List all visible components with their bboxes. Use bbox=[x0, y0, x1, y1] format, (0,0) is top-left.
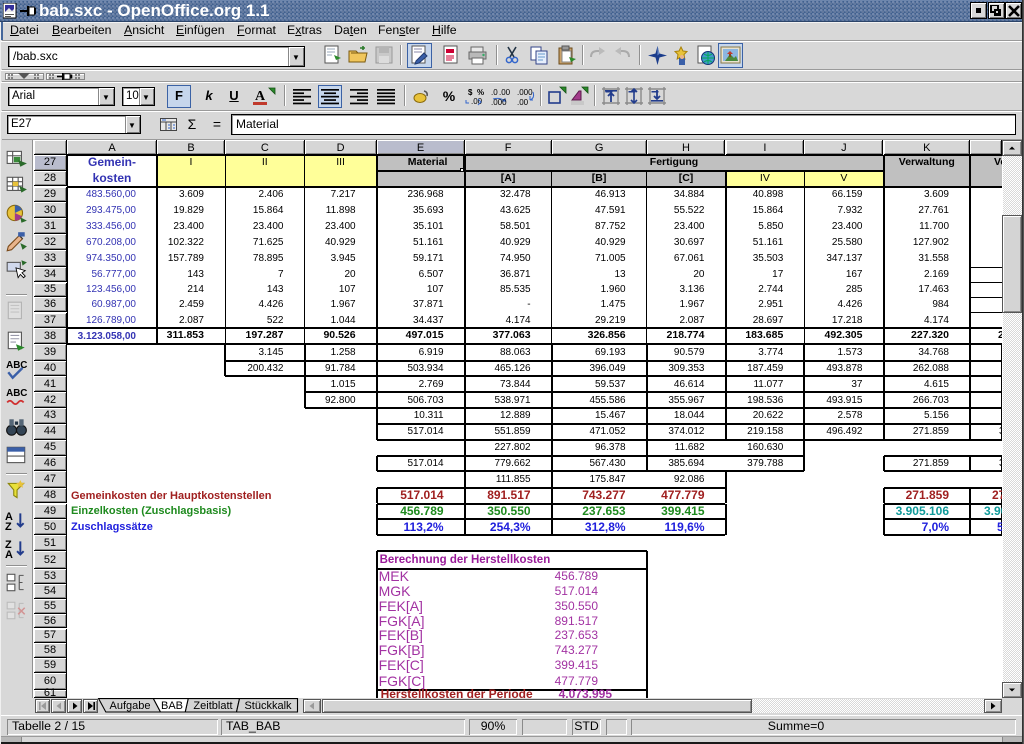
svg-text:ABC: ABC bbox=[6, 360, 27, 371]
svg-text:%: % bbox=[477, 88, 484, 97]
svg-text:$: $ bbox=[468, 88, 473, 97]
svg-text:.00: .00 bbox=[517, 98, 529, 106]
svg-text:A: A bbox=[255, 89, 266, 104]
svg-text:.0: .0 bbox=[491, 88, 498, 97]
svg-text:.00: .00 bbox=[499, 88, 510, 97]
svg-text:.000: .000 bbox=[517, 88, 533, 97]
svg-text:.000: .000 bbox=[491, 98, 507, 106]
svg-text:Z: Z bbox=[5, 521, 12, 532]
svg-text:A: A bbox=[5, 549, 13, 560]
svg-text:ABC: ABC bbox=[6, 388, 27, 399]
